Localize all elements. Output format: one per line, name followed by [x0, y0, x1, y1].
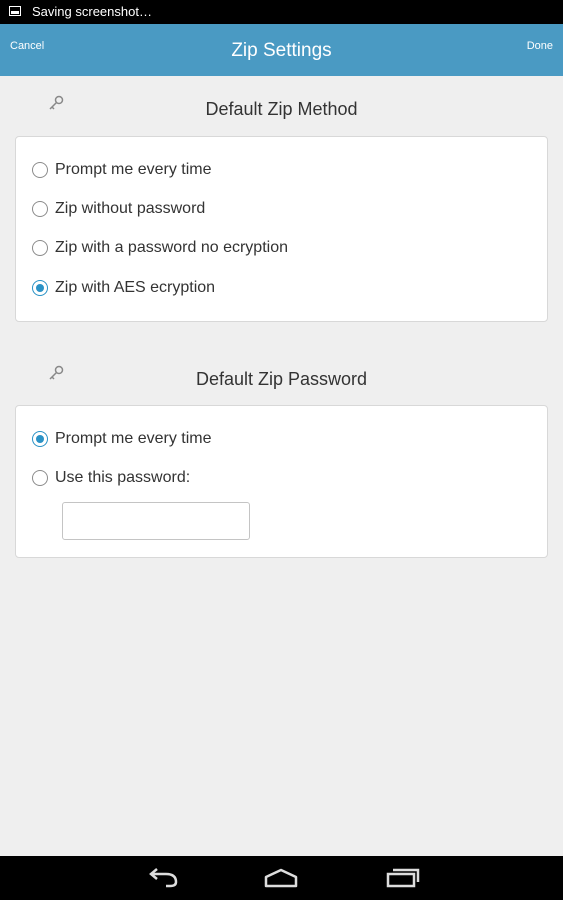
radio-button[interactable] [32, 162, 48, 178]
zip-password-card: Prompt me every time Use this password: [15, 405, 548, 558]
recent-apps-icon[interactable] [385, 864, 421, 892]
radio-button[interactable] [32, 201, 48, 217]
back-icon[interactable] [144, 864, 180, 892]
radio-button-selected[interactable] [32, 280, 48, 296]
option-label: Prompt me every time [55, 430, 212, 447]
radio-button[interactable] [32, 470, 48, 486]
navigation-bar [0, 856, 563, 900]
radio-button[interactable] [32, 240, 48, 256]
option-label: Zip with a password no ecryption [55, 239, 288, 256]
zip-method-card: Prompt me every time Zip without passwor… [15, 136, 548, 322]
option-label: Zip with AES ecryption [55, 279, 216, 296]
status-bar: Saving screenshot… [0, 0, 563, 24]
action-bar: Cancel Zip Settings Done [0, 24, 563, 76]
password-input[interactable] [62, 502, 250, 540]
option-label: Prompt me every time [55, 161, 212, 178]
done-button[interactable]: Done [527, 40, 553, 52]
option-label: Use this password: [55, 469, 191, 486]
option-label: Zip without password [55, 200, 206, 217]
status-text: Saving screenshot… [32, 4, 152, 19]
screenshot-icon [9, 6, 21, 16]
page-title: Zip Settings [231, 40, 332, 61]
home-icon[interactable] [263, 864, 299, 892]
radio-button-selected[interactable] [32, 431, 48, 447]
zip-method-title: Default Zip Method [205, 99, 358, 119]
zip-password-title: Default Zip Password [195, 369, 368, 389]
